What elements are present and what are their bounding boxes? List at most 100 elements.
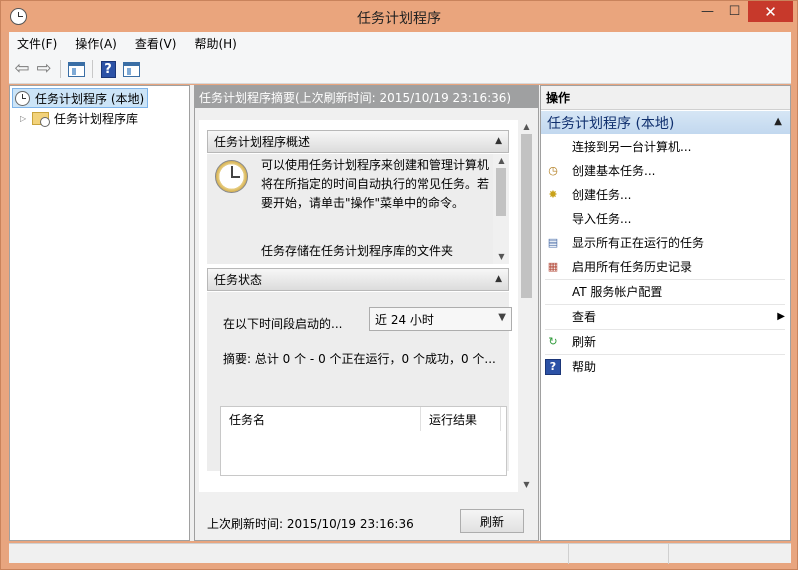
task-summary: 摘要: 总计 0 个 - 0 个正在运行，0 个成功，0 个... [223, 352, 496, 366]
action-refresh[interactable]: ↻ 刷新 [545, 330, 789, 353]
summary-header: 任务计划程序摘要(上次刷新时间: 2015/10/19 23:16:36) [195, 86, 538, 108]
toolbar: ⇦ ⇨ ? [9, 54, 791, 84]
overview-section-header[interactable]: 任务计划程序概述 ▲ [207, 130, 509, 153]
action-create-task[interactable]: ✸ 创建任务... [545, 183, 789, 206]
scroll-thumb[interactable] [521, 134, 532, 298]
window-title: 任务计划程序 [357, 11, 441, 27]
scroll-up-icon[interactable]: ▲ [518, 120, 535, 134]
summary-footer: 上次刷新时间: 2015/10/19 23:16:36 刷新 [195, 492, 538, 540]
tree-item-label: 任务计划程序库 [54, 111, 139, 126]
status-bar [9, 543, 791, 564]
minimize-button[interactable]: — [694, 1, 721, 22]
submenu-arrow-icon: ▶ [777, 311, 785, 322]
console-tree: 任务计划程序 (本地) ▷ 任务计划程序库 [9, 85, 190, 541]
action-help[interactable]: ? 帮助 [545, 355, 789, 378]
action-show-running-tasks[interactable]: ▤ 显示所有正在运行的任务 [545, 231, 789, 254]
overview-section-title: 任务计划程序概述 [214, 135, 311, 149]
toolbar-separator [92, 60, 93, 78]
help-icon: ? [100, 60, 116, 78]
chevron-down-icon: ▼ [498, 312, 506, 323]
status-section-body: 在以下时间段启动的... 近 24 小时 ▼ 摘要: 总计 0 个 - 0 个正… [207, 292, 512, 476]
back-button[interactable]: ⇦ [12, 59, 32, 79]
folder-clock-icon [32, 111, 50, 127]
menu-action[interactable]: 操作(A) [67, 35, 125, 52]
collapse-icon[interactable]: ▲ [495, 274, 502, 284]
action-label: 导入任务... [572, 212, 632, 226]
basic-task-icon: ◷ [548, 164, 558, 177]
actions-pane: 操作 任务计划程序 (本地) ▲ 连接到另一台计算机... ◷ 创建基本任务..… [540, 85, 791, 541]
action-at-service-account[interactable]: AT 服务帐户配置 [545, 280, 789, 303]
last-refresh-time: 上次刷新时间: 2015/10/19 23:16:36 [207, 517, 414, 531]
action-view[interactable]: 查看 ▶ [545, 305, 789, 328]
show-hide-action-pane-button[interactable] [121, 59, 141, 79]
forward-button[interactable]: ⇨ [34, 59, 54, 79]
action-label: 启用所有任务历史记录 [572, 260, 693, 274]
column-header-run-result[interactable]: 运行结果 [421, 407, 501, 431]
action-label: 连接到另一台计算机... [572, 140, 692, 154]
forward-arrow-icon: ⇨ [36, 58, 52, 79]
scroll-up-icon[interactable]: ▲ [493, 154, 509, 168]
maximize-button[interactable]: ☐ [721, 1, 748, 22]
toolbar-separator [60, 60, 61, 78]
action-label: AT 服务帐户配置 [572, 285, 663, 299]
collapse-icon[interactable]: ▲ [495, 136, 502, 146]
overview-description: 可以使用任务计划程序来创建和管理计算机将在所指定的时间自动执行的常见任务。若要开… [261, 158, 490, 210]
show-hide-console-tree-button[interactable] [66, 59, 86, 79]
summary-scroll-area[interactable]: 任务计划程序概述 ▲ 可以使用任务计划程序来创建和管理计算机将在所指定的时间自动… [199, 120, 535, 492]
tree-item-label: 任务计划程序 (本地) [35, 91, 145, 106]
main-content: 任务计划程序 (本地) ▷ 任务计划程序库 任务计划程序摘要(上次刷新时间: 2… [9, 85, 791, 541]
menu-file[interactable]: 文件(F) [9, 35, 65, 52]
refresh-button[interactable]: 刷新 [460, 509, 524, 533]
time-range-label: 在以下时间段启动的... [223, 317, 343, 331]
scroll-down-icon[interactable]: ▼ [518, 478, 535, 492]
scroll-down-icon[interactable]: ▼ [493, 250, 509, 264]
back-arrow-icon: ⇦ [14, 58, 30, 79]
action-pane-icon [122, 61, 140, 77]
overview-description-more: 任务存储在任务计划程序库的文件夹 [261, 244, 454, 258]
action-label: 创建基本任务... [572, 164, 656, 178]
summary-pane: 任务计划程序摘要(上次刷新时间: 2015/10/19 23:16:36) 任务… [194, 85, 539, 541]
menu-bar: 文件(F) 操作(A) 查看(V) 帮助(H) [9, 32, 791, 54]
close-button[interactable]: ✕ [748, 1, 793, 22]
action-label: 显示所有正在运行的任务 [572, 236, 705, 250]
status-section-title: 任务状态 [214, 273, 263, 287]
action-connect-computer[interactable]: 连接到另一台计算机... [545, 135, 789, 158]
actions-group-label: 任务计划程序 (本地) [547, 115, 675, 132]
help-icon: ? [545, 358, 561, 375]
collapse-icon[interactable]: ▲ [774, 116, 782, 127]
column-header-task-name[interactable]: 任务名 [221, 407, 421, 431]
time-range-value: 近 24 小时 [375, 312, 434, 327]
tree-item-task-scheduler-local[interactable]: 任务计划程序 (本地) [12, 88, 149, 108]
large-clock-icon [215, 160, 248, 193]
history-icon: ▦ [547, 260, 559, 273]
summary-scrollbar[interactable]: ▲ ▼ [518, 120, 535, 492]
action-label: 创建任务... [572, 188, 632, 202]
menu-view[interactable]: 查看(V) [127, 35, 185, 52]
refresh-icon: ↻ [548, 335, 558, 348]
task-table[interactable]: 任务名 运行结果 [220, 406, 507, 476]
actions-group-header[interactable]: 任务计划程序 (本地) ▲ [541, 111, 790, 134]
action-label: 帮助 [572, 360, 597, 374]
action-import-task[interactable]: 导入任务... [545, 207, 789, 230]
app-window: 任务计划程序 — ☐ ✕ 文件(F) 操作(A) 查看(V) 帮助(H) ⇦ ⇨… [0, 0, 798, 570]
title-bar[interactable]: 任务计划程序 — ☐ ✕ [1, 1, 797, 32]
console-tree-icon [67, 61, 85, 77]
expand-arrow-icon[interactable]: ▷ [20, 114, 32, 123]
help-button[interactable]: ? [98, 59, 118, 79]
clock-icon [15, 90, 30, 106]
status-cell [9, 544, 569, 564]
create-task-icon: ✸ [548, 188, 558, 201]
action-enable-history[interactable]: ▦ 启用所有任务历史记录 [545, 255, 789, 278]
time-range-select[interactable]: 近 24 小时 ▼ [369, 307, 512, 331]
tree-item-task-library[interactable]: ▷ 任务计划程序库 [20, 108, 138, 128]
action-label: 查看 [572, 310, 597, 324]
action-create-basic-task[interactable]: ◷ 创建基本任务... [545, 159, 789, 182]
overview-section-body: 可以使用任务计划程序来创建和管理计算机将在所指定的时间自动执行的常见任务。若要开… [207, 154, 509, 264]
action-label: 刷新 [572, 335, 597, 349]
actions-title: 操作 [541, 86, 790, 110]
overview-scrollbar[interactable]: ▲ ▼ [493, 154, 509, 264]
status-section-header[interactable]: 任务状态 ▲ [207, 268, 509, 291]
scroll-thumb[interactable] [496, 168, 506, 216]
status-cell [569, 544, 669, 564]
menu-help[interactable]: 帮助(H) [186, 35, 244, 52]
